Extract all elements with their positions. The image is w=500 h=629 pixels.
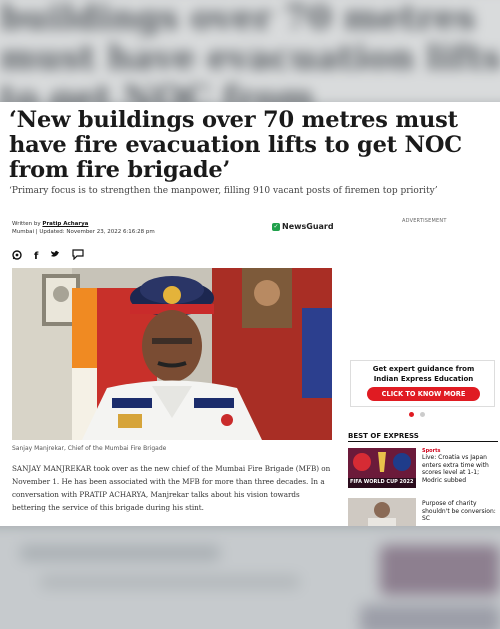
story-thumbnail — [348, 498, 416, 526]
ad-line-1: Get expert guidance from — [372, 365, 475, 373]
comment-icon[interactable] — [72, 249, 84, 263]
story-thumbnail: FIFA WORLD CUP 2022 — [348, 448, 416, 488]
blurred-header-strip: buildings over 70 metres must have evacu… — [0, 0, 500, 118]
facebook-icon[interactable]: f — [34, 251, 38, 262]
share-bar: f — [12, 249, 84, 263]
advertisement-label: ADVERTISEMENT — [402, 218, 447, 224]
carousel-dots — [409, 412, 425, 417]
checkmark-icon: ✓ — [272, 222, 280, 231]
blurred-footer-strip — [0, 525, 500, 629]
education-ad-banner[interactable]: Get expert guidance from Indian Express … — [350, 360, 495, 407]
section-divider — [348, 441, 498, 442]
carousel-dot[interactable] — [420, 412, 425, 417]
written-by-label: Written by — [12, 221, 41, 227]
rail-story[interactable]: Purpose of charity shouldn't be conversi… — [348, 498, 498, 526]
story-title[interactable]: Purpose of charity shouldn't be conversi… — [422, 500, 498, 523]
author-link[interactable]: Pratip Acharya — [42, 221, 88, 227]
ad-line-2: Indian Express Education — [373, 375, 474, 383]
article-card: ‘New buildings over 70 metres must have … — [0, 102, 500, 526]
story-title[interactable]: Live: Croatia vs Japan enters extra time… — [422, 454, 498, 484]
newsguard-badge[interactable]: ✓ NewsGuard — [272, 222, 334, 231]
article-body: SANJAY MANJREKAR took over as the new ch… — [12, 464, 331, 512]
best-of-express-title: BEST OF EXPRESS — [348, 432, 419, 440]
newsguard-label: NewsGuard — [282, 222, 334, 231]
location-updated: Mumbai | Updated: November 23, 2022 6:16… — [12, 229, 155, 235]
article-subhead: ‘Primary focus is to strengthen the manp… — [9, 186, 438, 196]
twitter-icon[interactable] — [50, 250, 60, 262]
click-to-know-more-button[interactable]: CLICK TO KNOW MORE — [367, 387, 480, 401]
byline: Written by Pratip Acharya Mumbai | Updat… — [12, 220, 155, 236]
rail-story[interactable]: FIFA WORLD CUP 2022 Sports Live: Croatia… — [348, 448, 498, 490]
article-headline: ‘New buildings over 70 metres must have … — [9, 107, 462, 183]
hero-photo — [12, 268, 332, 440]
whatsapp-icon[interactable] — [12, 249, 22, 263]
thumbnail-label: FIFA WORLD CUP 2022 — [350, 479, 414, 485]
image-caption: Sanjay Manjrekar, Chief of the Mumbai Fi… — [12, 445, 167, 452]
blurred-ghost-text: buildings over 70 metres must have evacu… — [0, 0, 500, 118]
carousel-dot-active[interactable] — [409, 412, 414, 417]
